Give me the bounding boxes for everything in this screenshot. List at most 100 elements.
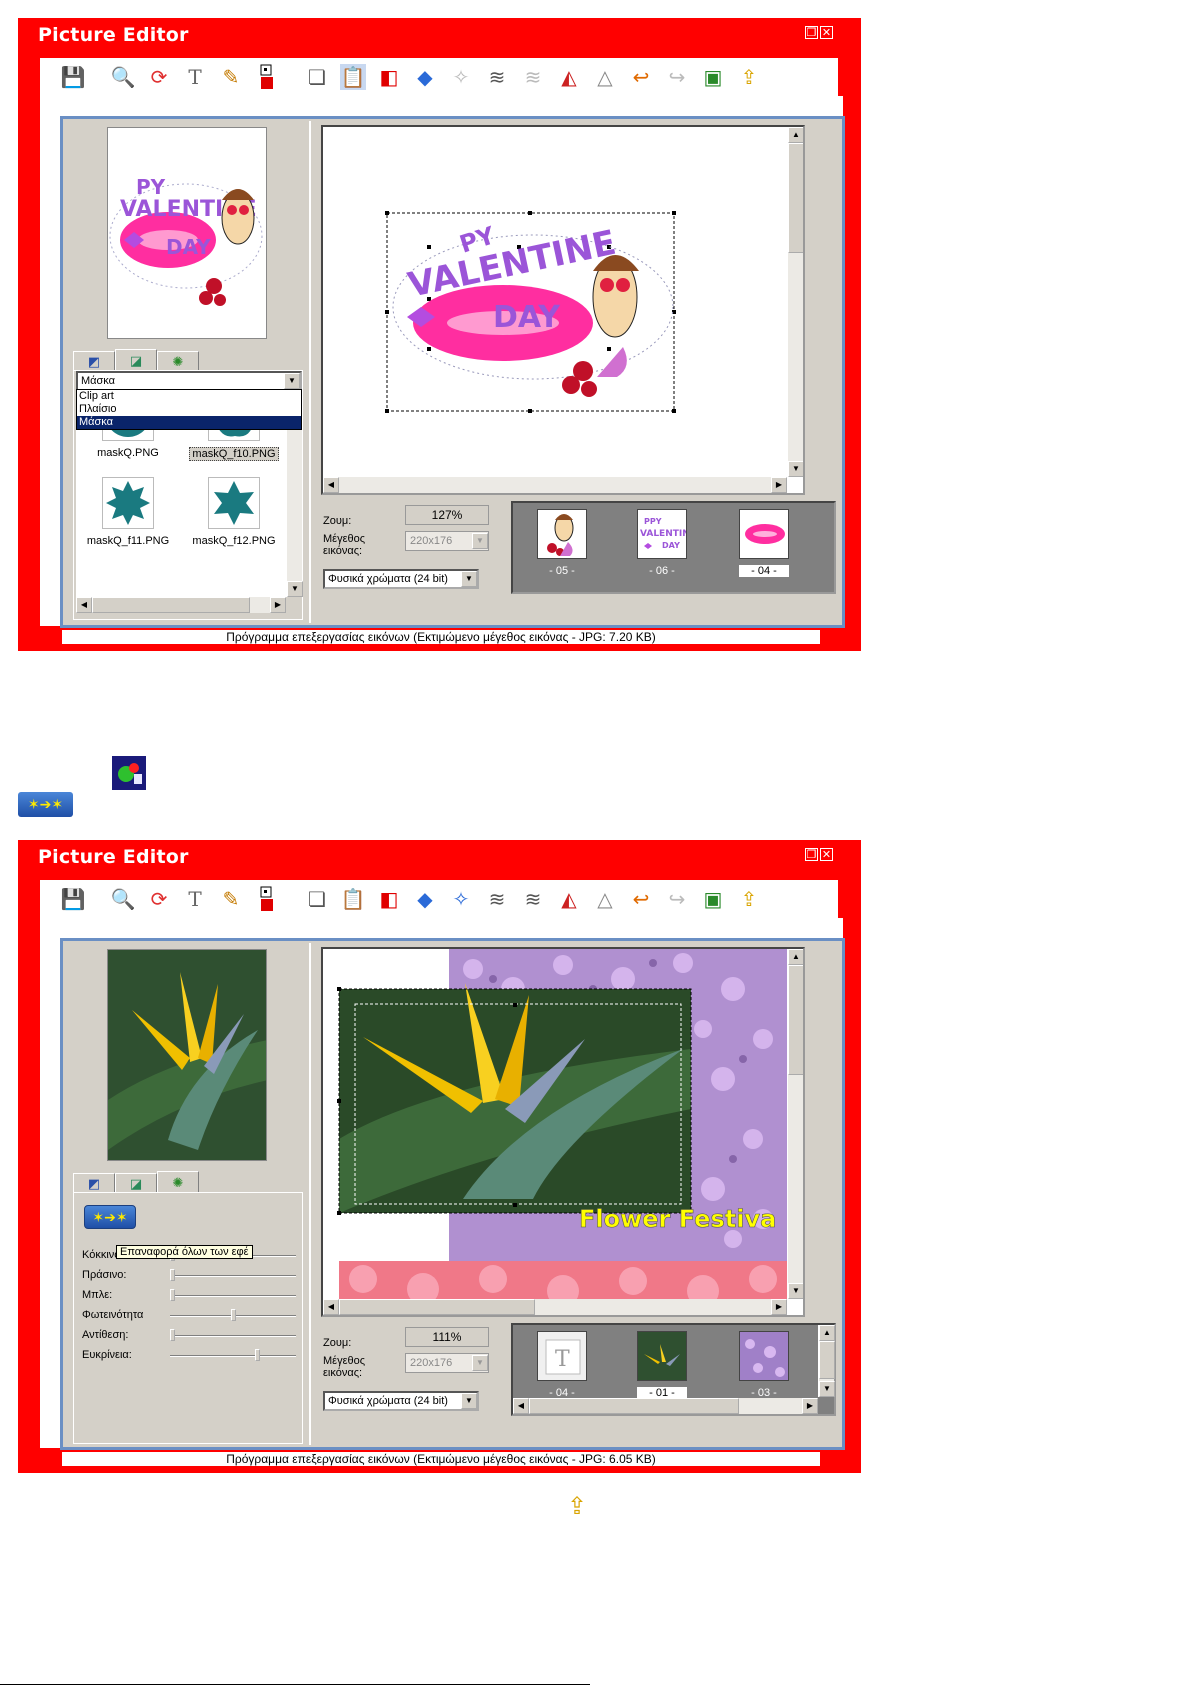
scroll-up-icon[interactable]: ▲ <box>788 949 803 965</box>
mask-item[interactable]: maskQ_f11.PNG <box>80 477 176 547</box>
layers-down-icon[interactable]: ≋ <box>520 886 546 912</box>
scroll-left-icon[interactable]: ◀ <box>76 597 92 613</box>
strip-thumbnail[interactable] <box>637 1331 687 1381</box>
clipart-icon[interactable]: ◧ <box>376 64 402 90</box>
strip-thumbnail[interactable] <box>739 1331 789 1381</box>
scroll-thumb[interactable] <box>788 143 803 253</box>
editing-canvas[interactable]: Flower Festiva ▲ ▼ ◀ ▶ <box>321 947 805 1317</box>
tab-masks[interactable]: ◪ <box>115 349 157 371</box>
scroll-thumb[interactable] <box>819 1341 835 1379</box>
slider-thumb[interactable] <box>231 1309 236 1321</box>
strip-thumbnail[interactable] <box>739 509 789 559</box>
effects-icon[interactable]: ✧ <box>448 886 474 912</box>
save-icon[interactable]: 💾 <box>60 886 86 912</box>
mask-vertical-scrollbar[interactable]: ▼ <box>286 407 303 597</box>
scroll-up-icon[interactable]: ▲ <box>819 1325 835 1341</box>
copy-icon[interactable]: ❏ <box>304 886 330 912</box>
mirror-icon[interactable]: △ <box>592 886 618 912</box>
export-icon[interactable]: ⇪ <box>736 64 762 90</box>
save-icon[interactable]: 💾 <box>60 64 86 90</box>
mask-horizontal-scrollbar[interactable]: ◀ ▶ <box>76 597 286 613</box>
category-combo[interactable]: Μάσκα ▼ <box>76 371 302 391</box>
undo-icon[interactable]: ↩ <box>628 64 654 90</box>
scroll-thumb[interactable] <box>339 1299 535 1315</box>
pencil-icon[interactable]: ✎ <box>218 886 244 912</box>
tab-clipart[interactable]: ◩ <box>73 1173 115 1193</box>
undo-icon[interactable]: ↩ <box>628 886 654 912</box>
restore-icon[interactable]: ❐ <box>805 848 818 861</box>
scroll-left-icon[interactable]: ◀ <box>323 1299 339 1315</box>
paste-icon[interactable]: 📋 <box>340 886 366 912</box>
reset-effects-button[interactable]: ✶➔✶ <box>84 1205 136 1229</box>
slider-thumb[interactable] <box>170 1269 175 1281</box>
scroll-thumb[interactable] <box>529 1398 739 1414</box>
fill-icon[interactable]: ◆ <box>412 64 438 90</box>
text-icon[interactable]: T <box>182 64 208 90</box>
copy-icon[interactable]: ❏ <box>304 64 330 90</box>
tab-masks[interactable]: ◪ <box>115 1173 157 1193</box>
insert-image-icon[interactable]: ▣ <box>700 886 726 912</box>
scroll-down-icon[interactable]: ▼ <box>788 1283 803 1299</box>
layers-icon[interactable]: ≋ <box>484 886 510 912</box>
scroll-thumb[interactable] <box>92 597 250 613</box>
chevron-down-icon[interactable]: ▼ <box>284 373 300 389</box>
scroll-right-icon[interactable]: ▶ <box>270 597 286 613</box>
canvas-vertical-scrollbar[interactable]: ▲ ▼ <box>787 949 803 1299</box>
redo-icon[interactable]: ↪ <box>664 886 690 912</box>
fill-icon[interactable]: ◆ <box>412 886 438 912</box>
rotate-icon[interactable]: ⟳ <box>146 886 172 912</box>
strip-thumbnail[interactable]: PPY VALENTINE DAY <box>637 509 687 559</box>
clipart-icon[interactable]: ◧ <box>376 886 402 912</box>
tab-clipart[interactable]: ◩ <box>73 351 115 371</box>
slider-thumb[interactable] <box>255 1349 260 1361</box>
scroll-up-icon[interactable]: ▲ <box>788 127 803 143</box>
dropdown-option-clipart[interactable]: Clip art <box>77 390 301 403</box>
editing-canvas[interactable]: PY VALENTINE DAY ▲ ▼ ◀ ▶ <box>321 125 805 495</box>
color-icon[interactable] <box>254 886 280 912</box>
strip-thumbnail[interactable] <box>537 509 587 559</box>
canvas-vertical-scrollbar[interactable]: ▲ ▼ <box>787 127 803 477</box>
insert-image-icon[interactable]: ▣ <box>700 64 726 90</box>
canvas-horizontal-scrollbar[interactable]: ◀ ▶ <box>323 477 787 493</box>
tab-effects[interactable]: ✺ <box>157 351 199 371</box>
canvas-horizontal-scrollbar[interactable]: ◀ ▶ <box>323 1299 787 1315</box>
mirror-icon[interactable]: △ <box>592 64 618 90</box>
scroll-right-icon[interactable]: ▶ <box>771 1299 787 1315</box>
slider-track[interactable] <box>170 1269 296 1281</box>
flip-icon[interactable]: ◭ <box>556 886 582 912</box>
redo-icon[interactable]: ↪ <box>664 64 690 90</box>
slider-thumb[interactable] <box>170 1289 175 1301</box>
text-icon[interactable]: T <box>182 886 208 912</box>
strip-thumbnail[interactable]: T <box>537 1331 587 1381</box>
mask-item[interactable]: maskQ_f12.PNG <box>186 477 282 547</box>
chevron-down-icon[interactable]: ▼ <box>461 1393 477 1409</box>
slider-track[interactable] <box>170 1349 296 1361</box>
scroll-left-icon[interactable]: ◀ <box>513 1398 529 1414</box>
slider-track[interactable] <box>170 1309 296 1321</box>
scroll-down-icon[interactable]: ▼ <box>287 581 303 597</box>
layers-down-icon[interactable]: ≋ <box>520 64 546 90</box>
color-mode-select[interactable]: Φυσικά χρώματα (24 bit) ▼ <box>323 1391 479 1411</box>
export-icon[interactable]: ⇪ <box>736 886 762 912</box>
slider-thumb[interactable] <box>170 1329 175 1341</box>
zoom-icon[interactable]: 🔍 <box>110 886 136 912</box>
slider-track[interactable] <box>170 1289 296 1301</box>
dropdown-option-frame[interactable]: Πλαίσιο <box>77 403 301 416</box>
zoom-icon[interactable]: 🔍 <box>110 64 136 90</box>
chevron-down-icon[interactable]: ▼ <box>461 571 477 587</box>
zoom-value[interactable]: 127% <box>405 505 489 525</box>
flip-icon[interactable]: ◭ <box>556 64 582 90</box>
strip-vertical-scrollbar[interactable]: ▲ ▼ <box>818 1325 835 1397</box>
zoom-value[interactable]: 111% <box>405 1327 489 1347</box>
color-mode-select[interactable]: Φυσικά χρώματα (24 bit) ▼ <box>323 569 479 589</box>
layers-icon[interactable]: ≋ <box>484 64 510 90</box>
scroll-down-icon[interactable]: ▼ <box>788 461 803 477</box>
scroll-down-icon[interactable]: ▼ <box>819 1381 835 1397</box>
paste-icon[interactable]: 📋 <box>340 64 366 90</box>
effects-icon[interactable]: ✧ <box>448 64 474 90</box>
close-icon[interactable]: ✕ <box>820 26 833 39</box>
scroll-right-icon[interactable]: ▶ <box>802 1398 818 1414</box>
restore-icon[interactable]: ❐ <box>805 26 818 39</box>
slider-track[interactable] <box>170 1329 296 1341</box>
scroll-right-icon[interactable]: ▶ <box>771 477 787 493</box>
